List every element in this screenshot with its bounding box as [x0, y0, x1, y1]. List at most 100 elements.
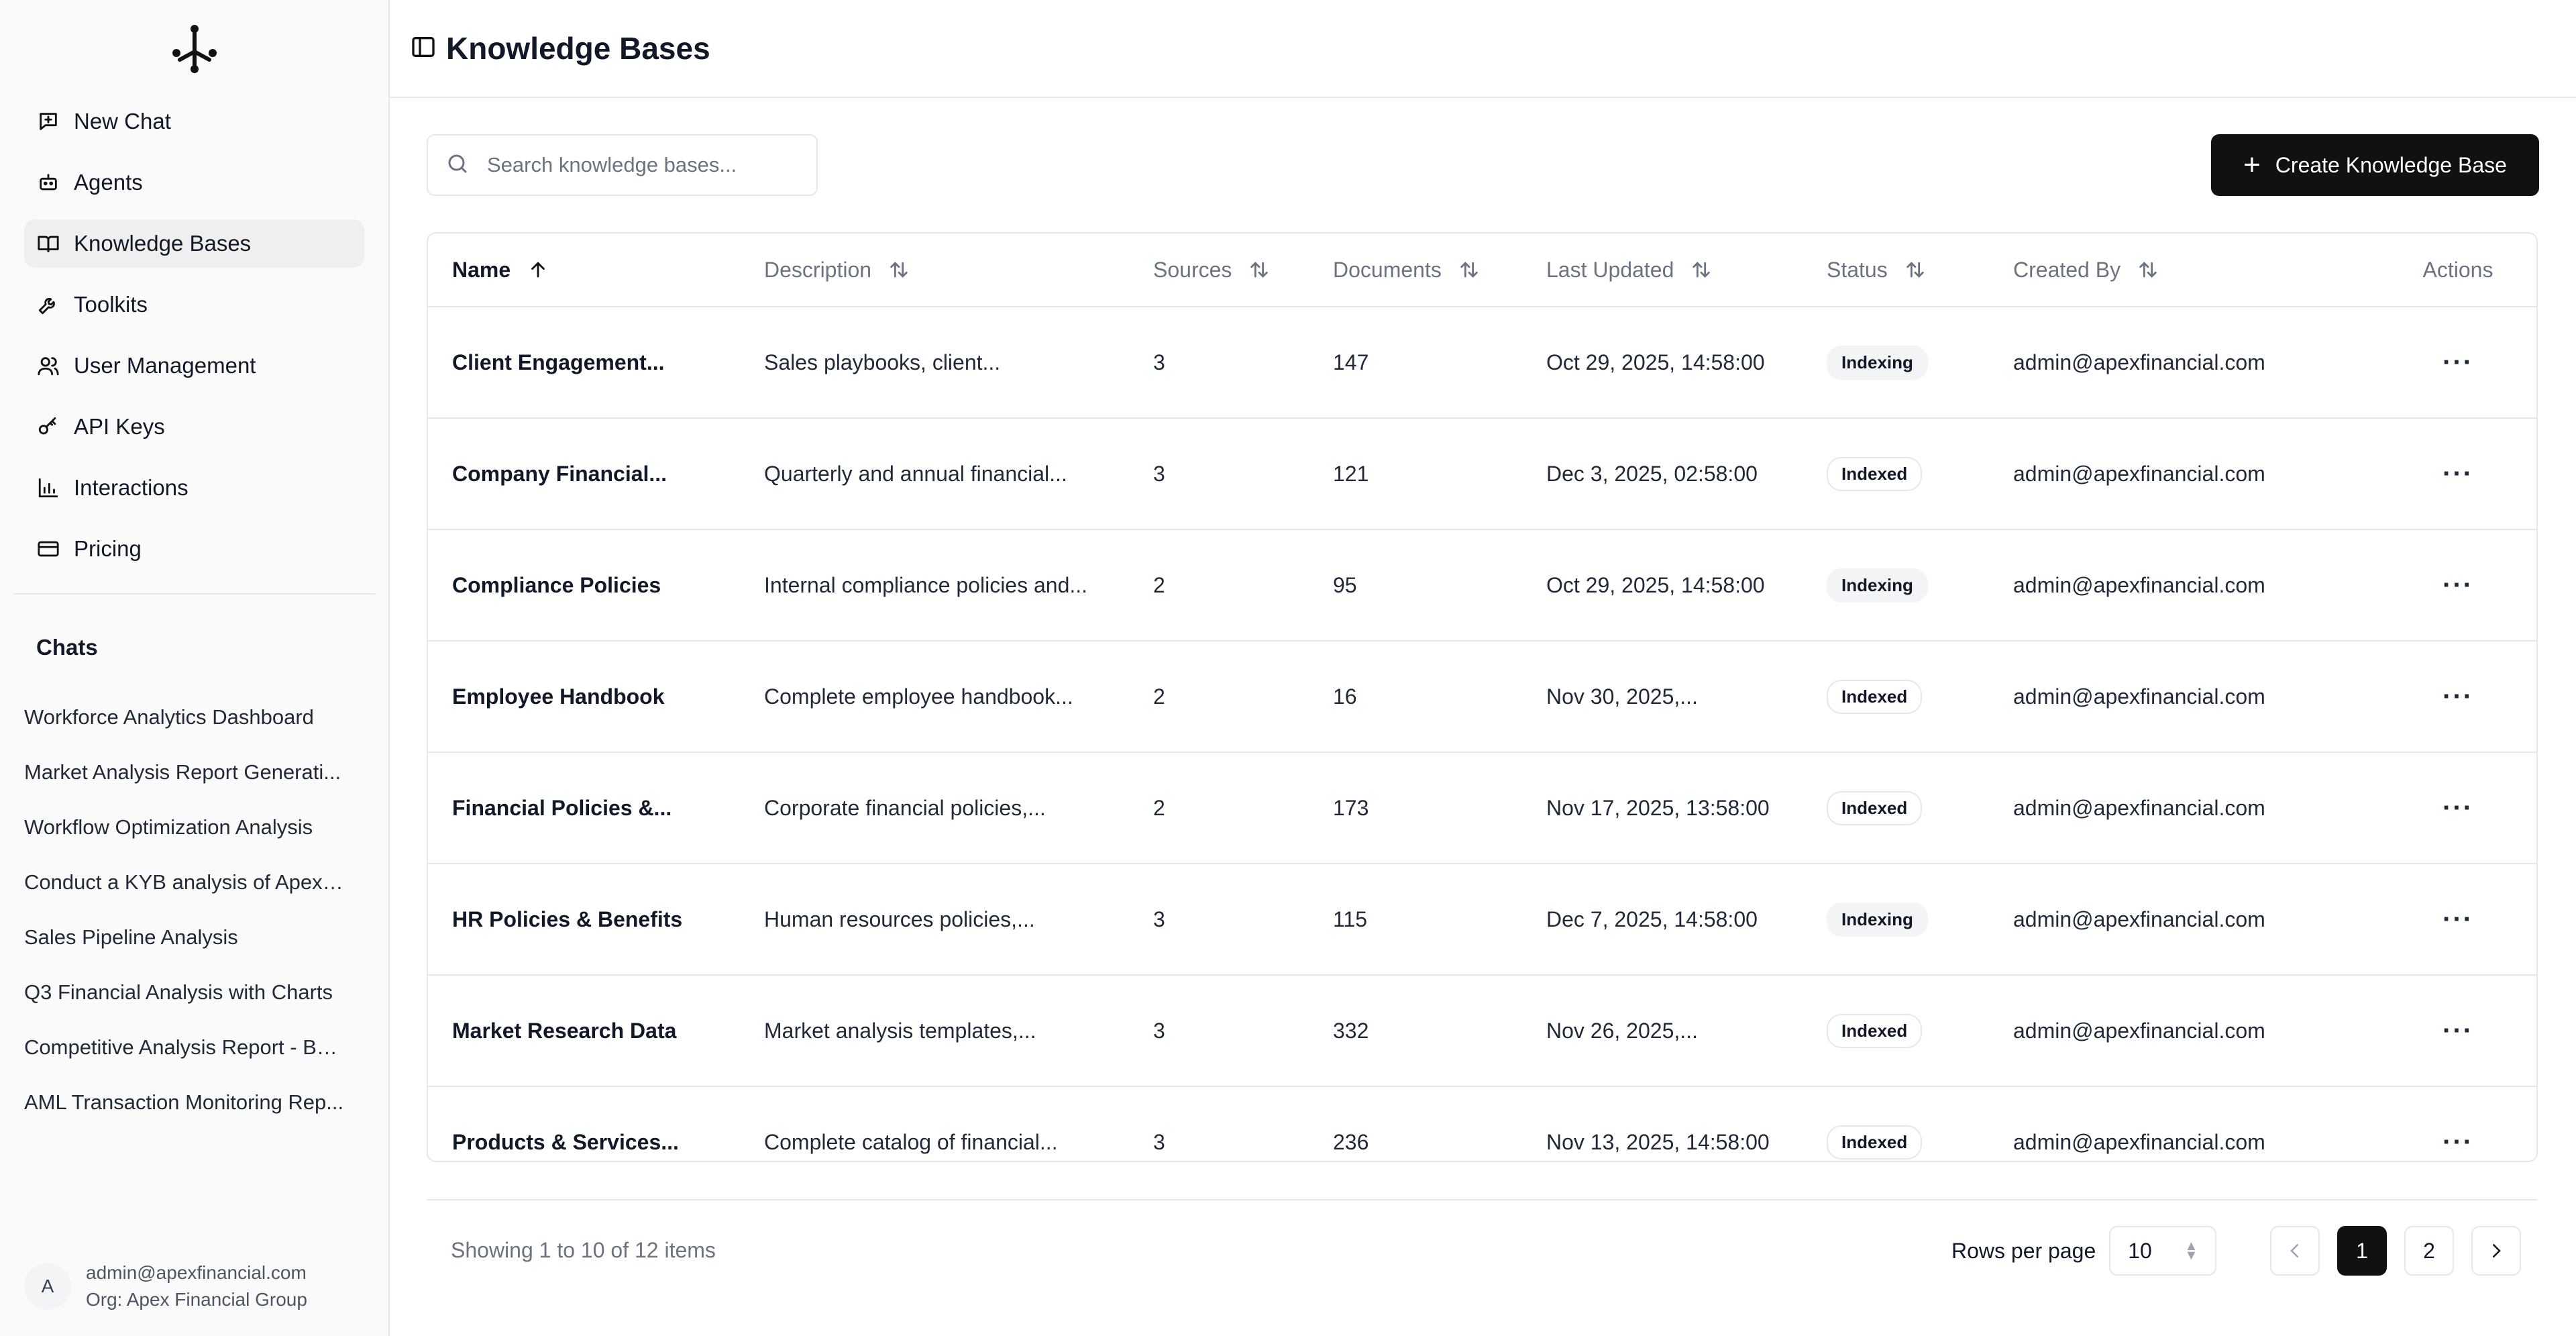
cell-description: Internal compliance policies and... [764, 572, 1088, 597]
more-actions-icon[interactable]: ··· [2443, 1127, 2473, 1158]
column-header-documents[interactable]: Documents [1309, 234, 1522, 306]
robot-icon [36, 170, 60, 195]
sidebar-item-label: Pricing [74, 536, 142, 561]
create-knowledge-base-button[interactable]: + Create Knowledge Base [2211, 134, 2539, 196]
rows-per-page-select[interactable]: 10 ▲ ▼ [2109, 1226, 2217, 1276]
status-badge: Indexing [1827, 568, 1928, 603]
page-button-2[interactable]: 2 [2404, 1226, 2454, 1276]
sidebar-item-toolkits[interactable]: Toolkits [24, 280, 364, 329]
table-row[interactable]: Compliance Policies Internal compliance … [428, 530, 2536, 641]
column-header-status[interactable]: Status [1803, 234, 1989, 306]
chat-item[interactable]: Conduct a KYB analysis of Apex ... [0, 855, 369, 910]
table-row[interactable]: Client Engagement... Sales playbooks, cl… [428, 307, 2536, 419]
column-header-sources[interactable]: Sources [1129, 234, 1309, 306]
cell-description: Human resources policies,... [764, 907, 1035, 931]
status-badge: Indexed [1827, 456, 1923, 491]
cell-last-updated: Nov 13, 2025, 14:58:00 [1546, 1129, 1770, 1154]
cell-documents: 173 [1333, 795, 1369, 820]
more-actions-icon[interactable]: ··· [2443, 1016, 2473, 1046]
status-badge: Indexed [1827, 1013, 1923, 1048]
cell-description: Corporate financial policies,... [764, 795, 1046, 820]
column-header-description[interactable]: Description [740, 234, 1129, 306]
column-header-created-by[interactable]: Created By [1989, 234, 2387, 306]
cell-status: Indexing [1803, 345, 1989, 380]
sidebar-item-agents[interactable]: Agents [24, 158, 364, 207]
chat-item[interactable]: Sales Pipeline Analysis [0, 910, 369, 965]
cell-last-updated: Nov 26, 2025,... [1546, 1018, 1698, 1043]
sidebar-item-label: New Chat [74, 109, 171, 134]
cell-actions: ··· [2387, 1127, 2528, 1158]
more-actions-icon[interactable]: ··· [2443, 793, 2473, 823]
cell-description: Quarterly and annual financial... [764, 461, 1067, 486]
sidebar-item-label: Knowledge Bases [74, 231, 252, 256]
sidebar-item-user-management[interactable]: User Management [24, 342, 364, 390]
cell-sources: 3 [1153, 350, 1165, 374]
chat-item[interactable]: AML Transaction Monitoring Rep... [0, 1075, 369, 1130]
more-actions-icon[interactable]: ··· [2443, 348, 2473, 378]
cell-created-by: admin@apexfinancial.com [2013, 684, 2265, 709]
column-header-actions: Actions [2387, 234, 2528, 306]
rows-per-page: Rows per page 10 ▲ ▼ [1951, 1226, 2217, 1276]
cell-documents: 236 [1333, 1129, 1369, 1154]
app-logo[interactable] [0, 0, 388, 97]
chevron-right-icon [2493, 1244, 2501, 1257]
sidebar-item-api-keys[interactable]: API Keys [24, 403, 364, 451]
chat-item[interactable]: Competitive Analysis Report - Ba... [0, 1020, 369, 1075]
chevron-left-icon [2290, 1244, 2298, 1257]
search-input[interactable] [487, 153, 796, 177]
chat-item[interactable]: Market Analysis Report Generati... [0, 745, 369, 800]
sort-icon [1906, 262, 1924, 278]
table-row[interactable]: Products & Services... Complete catalog … [428, 1087, 2536, 1161]
previous-page-button[interactable] [2270, 1226, 2320, 1276]
column-header-name[interactable]: Name [428, 234, 740, 306]
more-actions-icon[interactable]: ··· [2443, 905, 2473, 935]
cell-name: Financial Policies &... [452, 795, 672, 820]
table-body: Client Engagement... Sales playbooks, cl… [428, 307, 2536, 1161]
cell-documents: 147 [1333, 350, 1369, 374]
sidebar-toggle-icon[interactable] [410, 34, 437, 64]
sort-icon [2139, 262, 2157, 278]
table-row[interactable]: Market Research Data Market analysis tem… [428, 976, 2536, 1087]
new-chat-icon [36, 109, 60, 134]
cell-last-updated: Oct 29, 2025, 14:58:00 [1546, 350, 1765, 374]
more-actions-icon[interactable]: ··· [2443, 570, 2473, 601]
sidebar-item-new-chat[interactable]: New Chat [24, 97, 364, 146]
cell-created-by: admin@apexfinancial.com [2013, 795, 2265, 820]
more-actions-icon[interactable]: ··· [2443, 459, 2473, 489]
user-profile[interactable]: A admin@apexfinancial.com Org: Apex Fina… [24, 1260, 307, 1313]
table-row[interactable]: Company Financial... Quarterly and annua… [428, 419, 2536, 530]
sidebar-item-label: Agents [74, 170, 143, 195]
cell-documents: 115 [1333, 907, 1368, 931]
chat-item[interactable]: Workforce Analytics Dashboard [0, 690, 369, 745]
cell-last-updated: Nov 30, 2025,... [1546, 684, 1698, 709]
chat-item[interactable]: Q3 Financial Analysis with Charts [0, 965, 369, 1020]
chat-item[interactable]: Workflow Optimization Analysis [0, 800, 369, 855]
cell-last-updated: Dec 7, 2025, 14:58:00 [1546, 907, 1758, 931]
column-label: Actions [2422, 257, 2493, 282]
cell-actions: ··· [2387, 348, 2528, 378]
avatar: A [24, 1263, 71, 1310]
sort-icon [1250, 262, 1269, 278]
page-button-1[interactable]: 1 [2337, 1226, 2387, 1276]
column-label: Name [452, 257, 511, 282]
cell-name: HR Policies & Benefits [452, 907, 683, 931]
column-label: Created By [2013, 257, 2121, 282]
chat-list: Workforce Analytics Dashboard Market Ana… [0, 690, 388, 1130]
status-badge: Indexing [1827, 345, 1928, 380]
column-label: Last Updated [1546, 257, 1674, 282]
sidebar-item-pricing[interactable]: Pricing [24, 525, 364, 573]
search-box [427, 134, 818, 196]
status-badge: Indexing [1827, 902, 1928, 937]
sidebar-item-interactions[interactable]: Interactions [24, 464, 364, 512]
column-header-last-updated[interactable]: Last Updated [1522, 234, 1803, 306]
more-actions-icon[interactable]: ··· [2443, 682, 2473, 712]
table-row[interactable]: HR Policies & Benefits Human resources p… [428, 864, 2536, 976]
sidebar-item-knowledge-bases[interactable]: Knowledge Bases [24, 219, 364, 268]
column-label: Documents [1333, 257, 1442, 282]
pagination-summary: Showing 1 to 10 of 12 items [451, 1237, 716, 1262]
cell-last-updated: Nov 17, 2025, 13:58:00 [1546, 795, 1770, 820]
next-page-button[interactable] [2471, 1226, 2521, 1276]
cell-created-by: admin@apexfinancial.com [2013, 907, 2265, 931]
table-row[interactable]: Financial Policies &... Corporate financ… [428, 753, 2536, 864]
table-row[interactable]: Employee Handbook Complete employee hand… [428, 641, 2536, 753]
